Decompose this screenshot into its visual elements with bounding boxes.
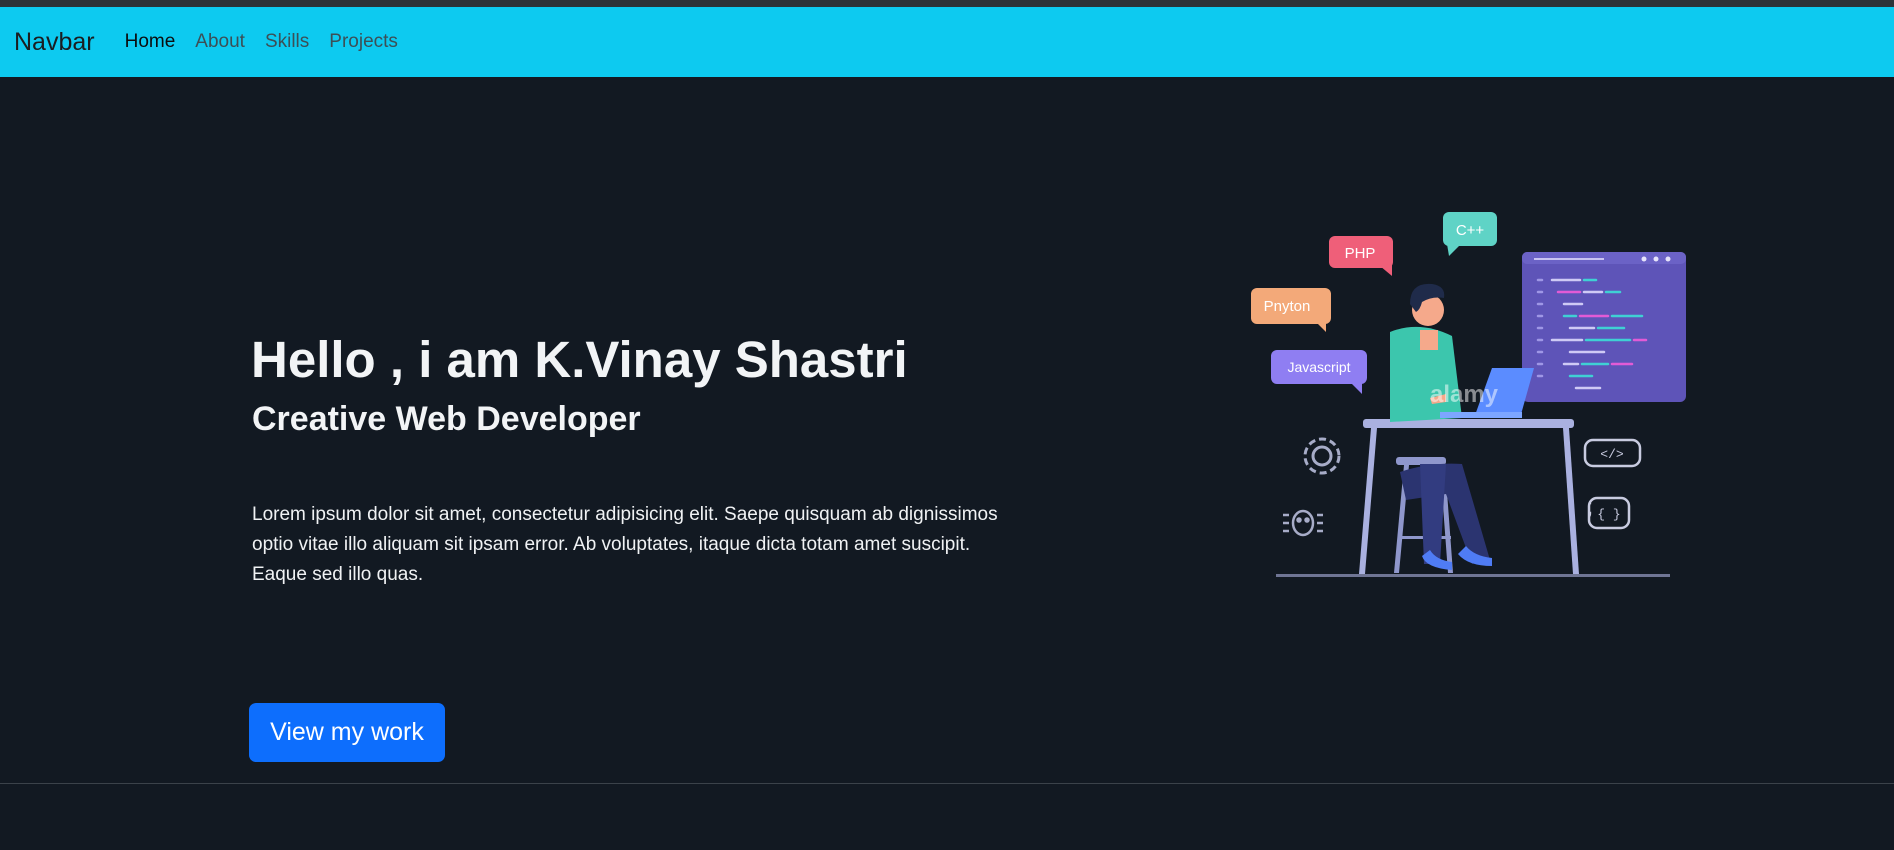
cpp-bubble-label: C++	[1456, 222, 1485, 239]
hero-description: Lorem ipsum dolor sit amet, consectetur …	[252, 504, 998, 585]
bug-icon	[1283, 509, 1323, 537]
watermark-text: alamy	[1430, 381, 1499, 408]
gear-icon	[1303, 437, 1341, 475]
nav-link-about[interactable]: About	[195, 31, 245, 53]
php-bubble-label: PHP	[1345, 245, 1376, 262]
hero-title: Hello , i am K.Vinay Shastri	[251, 331, 908, 388]
navbar-brand[interactable]: Navbar	[14, 28, 95, 57]
navbar: Navbar Home About Skills Projects	[0, 7, 1894, 77]
view-my-work-button[interactable]: View my work	[249, 703, 445, 762]
python-bubble: Pnyton	[1251, 288, 1331, 332]
braces-label: { }	[1597, 507, 1620, 522]
code-tag-icon: </>	[1583, 438, 1642, 468]
nav-link-home[interactable]: Home	[125, 31, 176, 53]
code-tag-label: </>	[1600, 447, 1624, 462]
javascript-bubble: Javascript	[1271, 350, 1367, 394]
code-window	[1522, 252, 1686, 402]
floor-line	[1276, 574, 1670, 577]
browser-top-strip	[0, 0, 1894, 7]
developer-illustration: C++ PHP Pnyton Javascript </> { } ; alam…	[1251, 212, 1686, 577]
nav-link-skills[interactable]: Skills	[265, 31, 309, 53]
cpp-bubble: C++	[1443, 212, 1497, 256]
section-divider	[0, 783, 1894, 784]
javascript-bubble-label: Javascript	[1287, 359, 1350, 375]
php-bubble: PHP	[1329, 236, 1393, 276]
nav-link-projects[interactable]: Projects	[329, 31, 398, 53]
hero-subtitle: Creative Web Developer	[252, 400, 641, 438]
braces-icon: { }	[1587, 496, 1631, 530]
python-bubble-label: Pnyton	[1264, 298, 1311, 315]
semicolon-icon: ;	[1587, 494, 1593, 519]
